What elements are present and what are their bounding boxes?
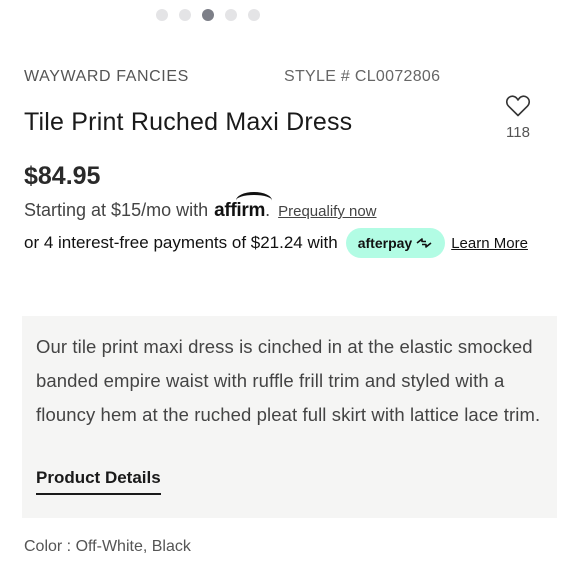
- description-panel: Our tile print maxi dress is cinched in …: [22, 316, 557, 518]
- product-details-link[interactable]: Product Details: [36, 468, 161, 495]
- style-number: STYLE # CL0072806: [284, 68, 441, 85]
- afterpay-badge[interactable]: afterpay: [345, 228, 446, 258]
- affirm-financing: Starting at $15/mo with affirm. Prequali…: [24, 192, 377, 222]
- carousel-dot[interactable]: [225, 9, 237, 21]
- brand-name[interactable]: WAYWARD FANCIES: [24, 68, 189, 86]
- carousel-dot-active[interactable]: [202, 9, 214, 21]
- favorite-button[interactable]: 118: [500, 94, 536, 141]
- afterpay-financing: or 4 interest-free payments of $21.24 wi…: [24, 228, 528, 258]
- product-price: $84.95: [24, 162, 101, 190]
- afterpay-logo: afterpay: [357, 235, 413, 251]
- image-carousel-dots: [156, 9, 260, 21]
- carousel-dot[interactable]: [179, 9, 191, 21]
- heart-icon: [505, 95, 531, 117]
- affirm-logo: affirm: [214, 192, 273, 222]
- favorites-count: 118: [506, 124, 530, 141]
- afterpay-text: or 4 interest-free payments of $21.24 wi…: [24, 233, 338, 252]
- product-description: Our tile print maxi dress is cinched in …: [36, 336, 541, 425]
- learn-more-link[interactable]: Learn More: [451, 235, 528, 252]
- product-color: Color : Off-White, Black: [24, 538, 191, 555]
- affirm-text: Starting at $15/mo with: [24, 200, 209, 220]
- afterpay-arrows-icon: [416, 238, 432, 248]
- carousel-dot[interactable]: [248, 9, 260, 21]
- carousel-dot[interactable]: [156, 9, 168, 21]
- product-title: Tile Print Ruched Maxi Dress: [24, 108, 353, 136]
- prequalify-link[interactable]: Prequalify now: [278, 203, 376, 220]
